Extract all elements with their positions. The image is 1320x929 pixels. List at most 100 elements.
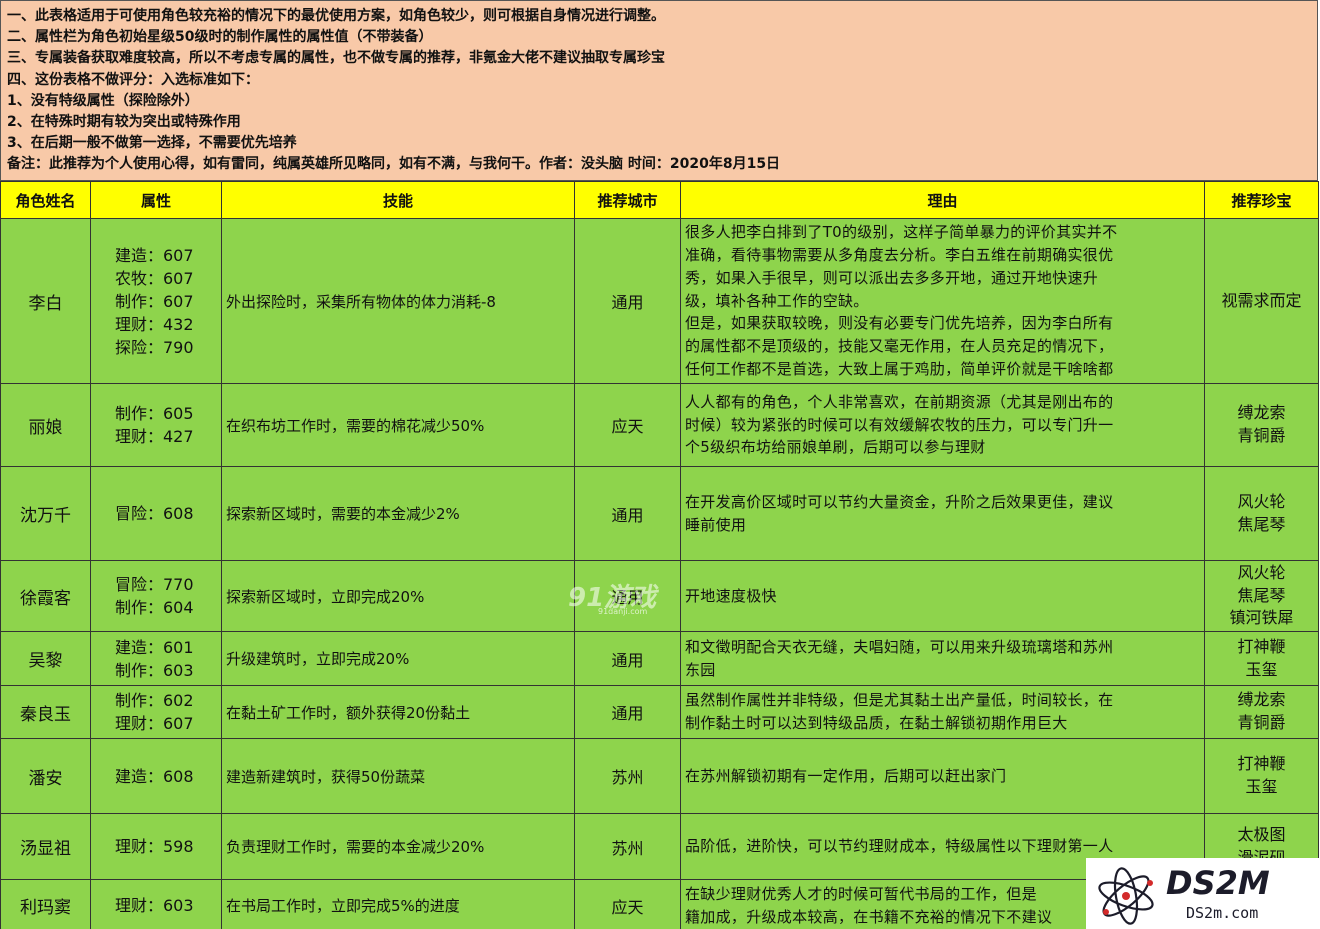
note-line: 2、在特殊时期有较为突出或特殊作用 bbox=[7, 114, 241, 131]
cell-city: 通用 bbox=[574, 218, 681, 384]
reason-line: 时候）较为紧张的时候可以有效缓解农牧的压力，可以专门升一 bbox=[685, 415, 1114, 434]
cell-attrs: 冒险：608 bbox=[90, 466, 222, 561]
treasure-item: 玉玺 bbox=[1245, 777, 1278, 796]
reason-line: 个5级织布坊给丽娘单刷，后期可以参与理财 bbox=[685, 438, 986, 457]
cell-reason: 人人都有的角色，个人非常喜欢，在前期资源（尤其是刚出布的 时候）较为紧张的时候可… bbox=[680, 383, 1205, 467]
note-line: 二、属性栏为角色初始星级50级时的制作属性的属性值（不带装备） bbox=[7, 29, 433, 46]
cell-city: 苏州 bbox=[574, 738, 681, 814]
cell-treasure: 视需求而定 bbox=[1204, 218, 1319, 384]
reason-line: 准确，看待事物需要从多角度去分析。李白五维在前期确实很优 bbox=[685, 246, 1114, 264]
ds2m-logo-graphic: DS2M DS2m.com bbox=[1098, 864, 1270, 925]
cell-attrs: 建造：608 bbox=[90, 738, 222, 814]
cell-city: 通用 bbox=[574, 560, 681, 632]
treasure-item: 缚龙索 bbox=[1237, 690, 1286, 710]
cell-attrs: 理财：598 bbox=[90, 813, 222, 880]
cell-name: 丽娘 bbox=[0, 383, 91, 467]
treasure-item: 视需求而定 bbox=[1221, 290, 1302, 310]
cell-reason: 开地速度极快 bbox=[680, 560, 1205, 632]
note-line: 备注：此推荐为个人使用心得，如有雷同，纯属英雄所见略同，如有不满，与我何干。作者… bbox=[7, 156, 781, 173]
treasure-item: 太极图 bbox=[1237, 824, 1286, 844]
cell-name: 李白 bbox=[0, 218, 91, 384]
cell-skill: 探索新区域时，立即完成20% bbox=[221, 560, 575, 632]
reason-line: 秀，如果入手很早，则可以派出去多多开地，通过开地快速升 bbox=[685, 268, 1099, 287]
cell-reason: 在苏州解锁初期有一定作用，后期可以赶出家门 bbox=[680, 738, 1205, 814]
cell-city: 应天 bbox=[574, 383, 681, 467]
atom-icon bbox=[1098, 867, 1154, 925]
cell-skill: 在黏土矿工作时，额外获得20份黏土 bbox=[221, 685, 575, 739]
cell-name: 汤显祖 bbox=[0, 813, 91, 880]
treasure-item: 青铜爵 bbox=[1237, 713, 1286, 732]
attr-line: 理财：427 bbox=[115, 427, 194, 446]
reason-line: 东园 bbox=[685, 660, 716, 679]
table-row: 沈万千 冒险：608 探索新区域时，需要的本金减少2% 通用 在开发高价区域时可… bbox=[0, 466, 1319, 561]
treasure-item: 焦尾琴 bbox=[1237, 585, 1286, 605]
cell-name: 徐霞客 bbox=[0, 560, 91, 632]
cell-treasure: 缚龙索 青铜爵 bbox=[1204, 383, 1319, 467]
character-table: 角色姓名 属性 技能 推荐城市 理由 推荐珍宝 李白 建造：607 农牧：607… bbox=[0, 181, 1319, 929]
cell-skill: 外出探险时，采集所有物体的体力消耗-8 bbox=[221, 218, 575, 384]
header-treasure: 推荐珍宝 bbox=[1204, 181, 1319, 219]
attr-line: 建造：601 bbox=[115, 637, 194, 657]
treasure-item: 缚龙索 bbox=[1237, 403, 1286, 423]
reason-line: 制作黏土时可以达到特级品质，在黏土解锁初期作用巨大 bbox=[685, 714, 1068, 732]
cell-treasure: 打神鞭 玉玺 bbox=[1204, 738, 1319, 814]
cell-name: 秦良玉 bbox=[0, 685, 91, 739]
treasure-item: 风火轮 bbox=[1237, 563, 1286, 583]
treasure-item: 焦尾琴 bbox=[1237, 514, 1286, 534]
treasure-item: 风火轮 bbox=[1237, 491, 1286, 511]
header-name: 角色姓名 bbox=[0, 181, 91, 219]
attr-line: 冒险：770 bbox=[115, 575, 194, 594]
attr-line: 农牧：607 bbox=[115, 268, 194, 288]
attr-line: 理财：607 bbox=[115, 714, 194, 733]
reason-line: 开地速度极快 bbox=[685, 586, 777, 605]
ds2m-brand: DS2M bbox=[1166, 864, 1270, 902]
cell-skill: 升级建筑时，立即完成20% bbox=[221, 631, 575, 686]
reason-line: 级，填补各种工作的空缺。 bbox=[685, 291, 869, 310]
cell-reason: 很多人把李白排到了T0的级别，这样子简单暴力的评价其实并不 准确，看待事物需要从… bbox=[680, 218, 1205, 384]
attr-line: 制作：604 bbox=[115, 598, 194, 617]
table-row: 潘安 建造：608 建造新建筑时，获得50份蔬菜 苏州 在苏州解锁初期有一定作用… bbox=[0, 738, 1319, 814]
cell-name: 潘安 bbox=[0, 738, 91, 814]
reason-line: 任何工作都不是首选，大致上属于鸡肋，简单评价就是干啥啥都 bbox=[685, 359, 1114, 378]
note-line: 3、在后期一般不做第一选择，不需要优先培养 bbox=[7, 135, 297, 152]
cell-attrs: 制作：605 理财：427 bbox=[90, 383, 222, 467]
cell-skill: 负责理财工作时，需要的本金减少20% bbox=[221, 813, 575, 880]
attr-line: 探险：790 bbox=[115, 337, 194, 357]
attr-line: 制作：605 bbox=[115, 404, 194, 423]
table-row: 李白 建造：607 农牧：607 制作：607 理财：432 探险：790 外出… bbox=[0, 218, 1319, 384]
attr-line: 理财：598 bbox=[115, 837, 194, 856]
attr-line: 制作：603 bbox=[115, 660, 194, 680]
attr-line: 理财：603 bbox=[115, 896, 194, 915]
header-skill: 技能 bbox=[221, 181, 575, 219]
cell-city: 应天 bbox=[574, 879, 681, 929]
reason-line: 在苏州解锁初期有一定作用，后期可以赶出家门 bbox=[685, 766, 1007, 785]
attr-line: 理财：432 bbox=[115, 314, 194, 334]
reason-line: 睡前使用 bbox=[685, 515, 747, 534]
treasure-item: 镇河铁犀 bbox=[1229, 608, 1294, 628]
reason-line: 很多人把李白排到了T0的级别，这样子简单暴力的评价其实并不 bbox=[685, 223, 1118, 242]
ds2m-logo: DS2M DS2m.com bbox=[1086, 858, 1320, 929]
header-attr: 属性 bbox=[90, 181, 222, 219]
cell-treasure: 缚龙索 青铜爵 bbox=[1204, 685, 1319, 739]
cell-attrs: 冒险：770 制作：604 bbox=[90, 560, 222, 632]
cell-attrs: 建造：601 制作：603 bbox=[90, 631, 222, 686]
reason-line: 但是，如果获取较晚，则没有必要专门优先培养，因为李白所有 bbox=[685, 314, 1114, 333]
ds2m-url: DS2m.com bbox=[1186, 904, 1258, 922]
cell-skill: 探索新区域时，需要的本金减少2% bbox=[221, 466, 575, 561]
reason-line: 在开发高价区域时可以节约大量资金，升阶之后效果更佳，建议 bbox=[685, 492, 1114, 511]
cell-treasure: 风火轮 焦尾琴 镇河铁犀 bbox=[1204, 560, 1319, 632]
table-row: 丽娘 制作：605 理财：427 在织布坊工作时，需要的棉花减少50% 应天 人… bbox=[0, 383, 1319, 467]
cell-reason: 在开发高价区域时可以节约大量资金，升阶之后效果更佳，建议 睡前使用 bbox=[680, 466, 1205, 561]
treasure-item: 打神鞭 bbox=[1237, 636, 1286, 656]
treasure-item: 青铜爵 bbox=[1237, 426, 1286, 445]
cell-city: 通用 bbox=[574, 685, 681, 739]
cell-name: 沈万千 bbox=[0, 466, 91, 561]
reason-line: 品阶低，进阶快，可以节约理财成本，特级属性以下理财第一人 bbox=[685, 837, 1114, 856]
cell-treasure: 打神鞭 玉玺 bbox=[1204, 631, 1319, 686]
reason-line: 和文徵明配合天衣无缝，夫唱妇随，可以用来升级琉璃塔和苏州 bbox=[685, 637, 1114, 656]
cell-attrs: 制作：602 理财：607 bbox=[90, 685, 222, 739]
attr-line: 建造：608 bbox=[115, 766, 194, 786]
cell-city: 苏州 bbox=[574, 813, 681, 880]
attr-line: 冒险：608 bbox=[115, 504, 194, 523]
table-header-row: 角色姓名 属性 技能 推荐城市 理由 推荐珍宝 bbox=[0, 181, 1319, 219]
